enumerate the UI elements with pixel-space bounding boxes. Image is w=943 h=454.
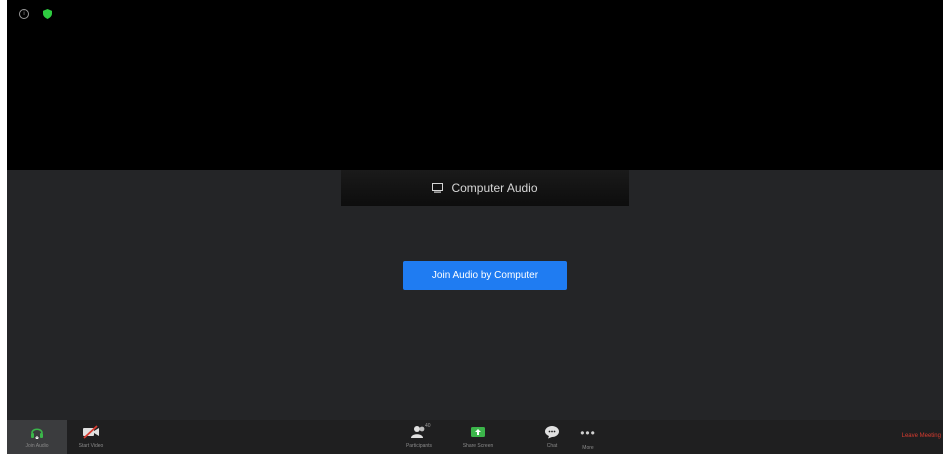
shield-icon[interactable] <box>43 9 52 19</box>
participant-count: 40 <box>425 423 431 429</box>
tab-computer-audio[interactable]: Computer Audio <box>341 170 629 206</box>
more-label: More <box>582 445 594 451</box>
share-screen-icon <box>471 427 485 437</box>
join-audio-label: Join Audio <box>25 443 49 449</box>
join-audio-by-computer-button[interactable]: Join Audio by Computer <box>403 261 567 290</box>
chat-icon <box>545 426 559 439</box>
meeting-window: i Computer Audio Join Audio by Computer … <box>7 0 943 454</box>
leave-meeting-button[interactable]: Leave Meeting <box>902 433 941 439</box>
top-status-icons: i <box>19 9 52 19</box>
computer-icon <box>432 183 444 193</box>
participants-button[interactable]: 40 Participants <box>391 420 447 454</box>
headphones-icon <box>31 428 43 439</box>
share-screen-label: Share Screen <box>462 443 494 449</box>
start-video-button[interactable]: Start Video <box>67 420 115 454</box>
video-area: i <box>7 0 943 170</box>
more-button[interactable]: ••• More <box>573 420 603 454</box>
chat-button[interactable]: Chat <box>537 420 567 454</box>
participants-label: Participants <box>405 443 433 449</box>
video-off-icon <box>83 425 99 439</box>
start-video-label: Start Video <box>78 443 104 449</box>
tab-label: Computer Audio <box>451 181 538 195</box>
more-dots-icon: ••• <box>580 426 596 440</box>
info-icon[interactable]: i <box>19 9 29 19</box>
chat-label: Chat <box>546 443 558 449</box>
share-screen-button[interactable]: Share Screen <box>453 420 503 454</box>
meeting-toolbar: Join Audio Start Video 40 Participants S… <box>7 420 943 454</box>
join-audio-button[interactable]: Join Audio <box>7 420 67 454</box>
